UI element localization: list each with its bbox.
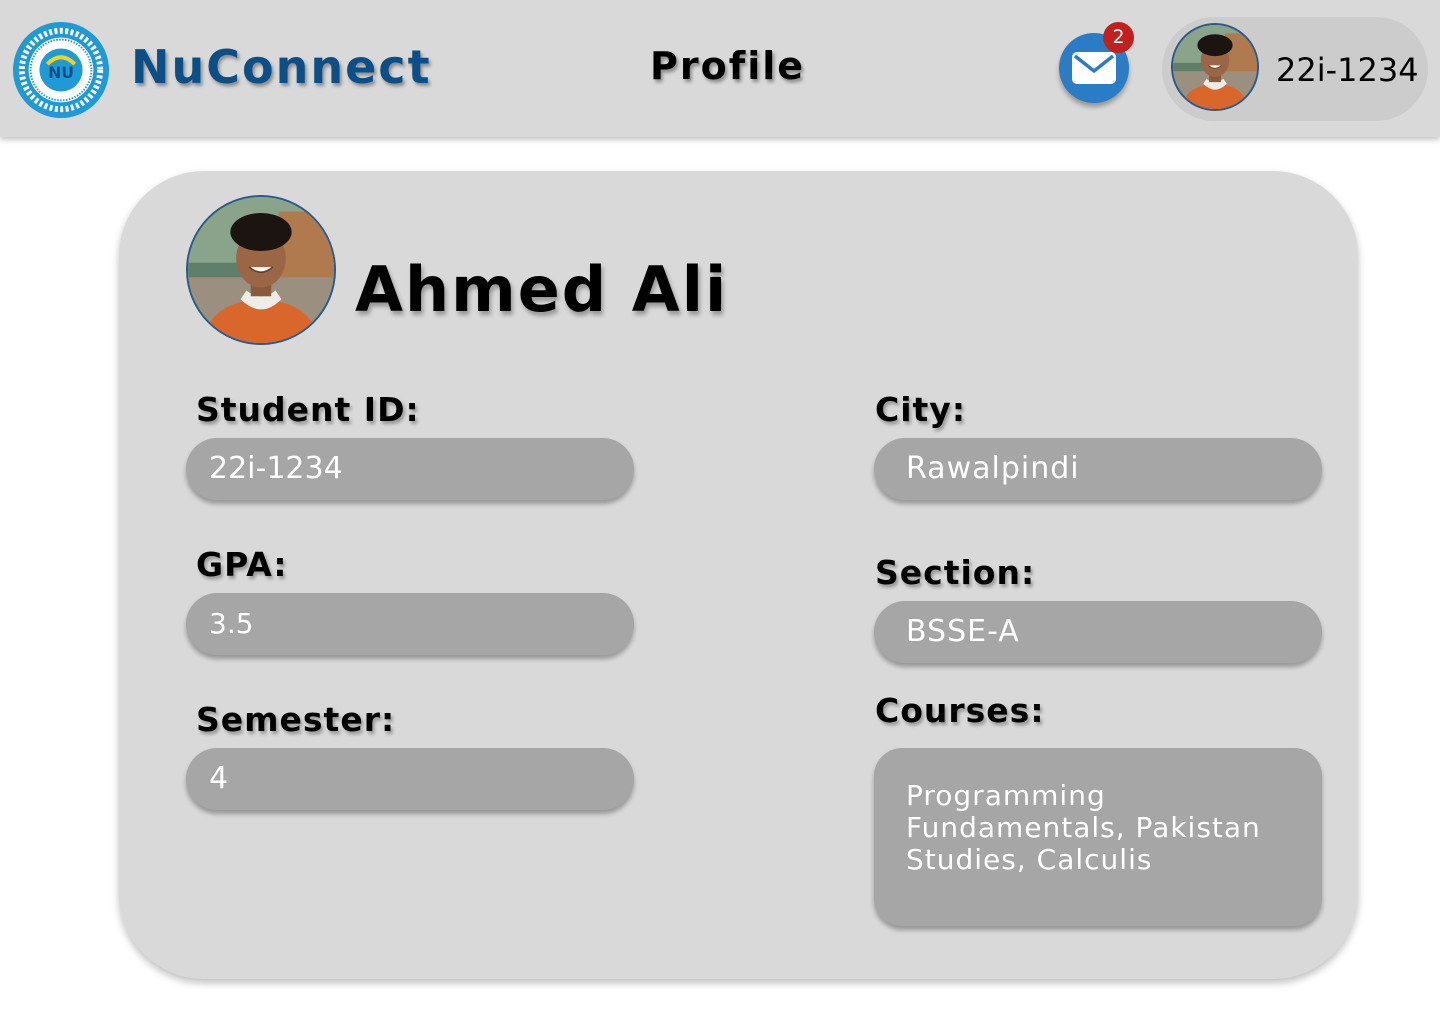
student-id-field: 22i-1234	[186, 438, 634, 500]
profile-avatar	[186, 195, 336, 345]
courses-field: Programming Fundamentals, Pakistan Studi…	[874, 748, 1322, 926]
top-header: NU NuConnect Profile 2 22i-1234	[0, 0, 1440, 137]
university-logo-icon[interactable]: NU	[12, 21, 110, 119]
semester-field: 4	[186, 748, 634, 810]
city-label: City:	[875, 390, 967, 429]
notification-count-badge: 2	[1103, 22, 1134, 53]
avatar	[1171, 23, 1259, 111]
svg-text:NU: NU	[48, 63, 74, 82]
section-label: Section:	[875, 553, 1036, 592]
current-user-id: 22i-1234	[1276, 51, 1419, 89]
city-field: Rawalpindi	[874, 438, 1322, 500]
user-menu[interactable]: 22i-1234	[1162, 17, 1428, 121]
profile-name: Ahmed Ali	[355, 253, 729, 326]
app-name: NuConnect	[131, 40, 432, 94]
section-field: BSSE-A	[874, 601, 1322, 663]
courses-label: Courses:	[875, 691, 1045, 730]
gpa-label: GPA:	[196, 545, 288, 584]
student-id-label: Student ID:	[196, 390, 420, 429]
gpa-field: 3.5	[186, 593, 634, 655]
mail-icon	[1071, 50, 1117, 86]
semester-label: Semester:	[196, 700, 396, 739]
page-title: Profile	[650, 44, 806, 88]
